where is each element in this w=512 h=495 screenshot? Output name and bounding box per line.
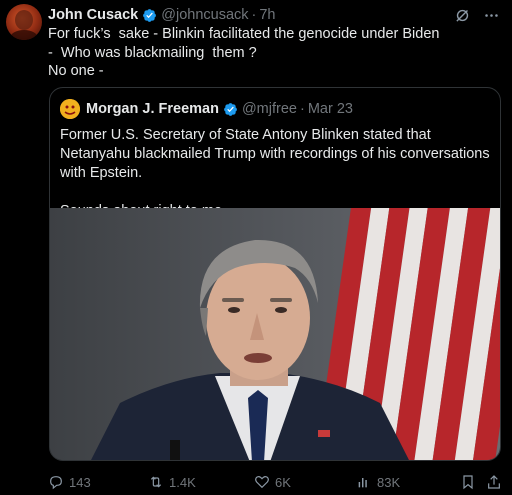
like-button[interactable]: 6K [254,474,291,490]
views-count: 83K [377,474,401,490]
quote-author-handle[interactable]: @mjfree [242,101,297,117]
like-count: 6K [275,474,291,490]
author-name[interactable]: John Cusack [48,7,138,23]
reply-button[interactable]: 143 [48,474,91,490]
action-bar: 143 1.4K 6K 83K [48,472,502,492]
quoted-tweet[interactable]: Morgan J. Freeman @mjfree · Mar 23 Forme… [49,87,501,461]
quote-timestamp[interactable]: Mar 23 [308,101,353,117]
quote-header: Morgan J. Freeman @mjfree · Mar 23 [60,98,353,120]
tweet-text: For fuck’s sake - Blinkin facilitated th… [48,26,440,79]
bookmark-icon [463,475,473,490]
share-button[interactable] [486,474,502,490]
quote-text: Former U.S. Secretary of State Antony Bl… [60,127,490,219]
views-button[interactable]: 83K [356,474,400,490]
quote-author-name[interactable]: Morgan J. Freeman [86,101,219,117]
verified-badge-icon [143,8,157,22]
header-icons [454,5,500,25]
grok-icon[interactable] [454,7,471,24]
more-icon[interactable] [483,7,500,24]
author-handle[interactable]: @johncusack [161,7,248,23]
quote-author-avatar[interactable] [60,99,80,119]
repost-button[interactable]: 1.4K [148,474,196,490]
quote-photo[interactable] [50,208,500,460]
repost-icon [150,476,162,488]
reply-icon [50,476,62,490]
share-icon [488,475,500,489]
tweet-timestamp[interactable]: 7h [259,7,275,23]
views-icon [358,478,367,488]
tweet-header: John Cusack @johncusack · 7h [48,5,502,25]
separator-dot: · [299,101,305,117]
repost-count: 1.4K [169,474,196,490]
verified-badge-icon [224,102,237,116]
separator-dot: · [251,7,257,23]
like-icon [255,475,269,489]
author-avatar[interactable] [6,4,42,40]
bookmark-button[interactable] [460,474,476,490]
reply-count: 143 [69,474,91,490]
